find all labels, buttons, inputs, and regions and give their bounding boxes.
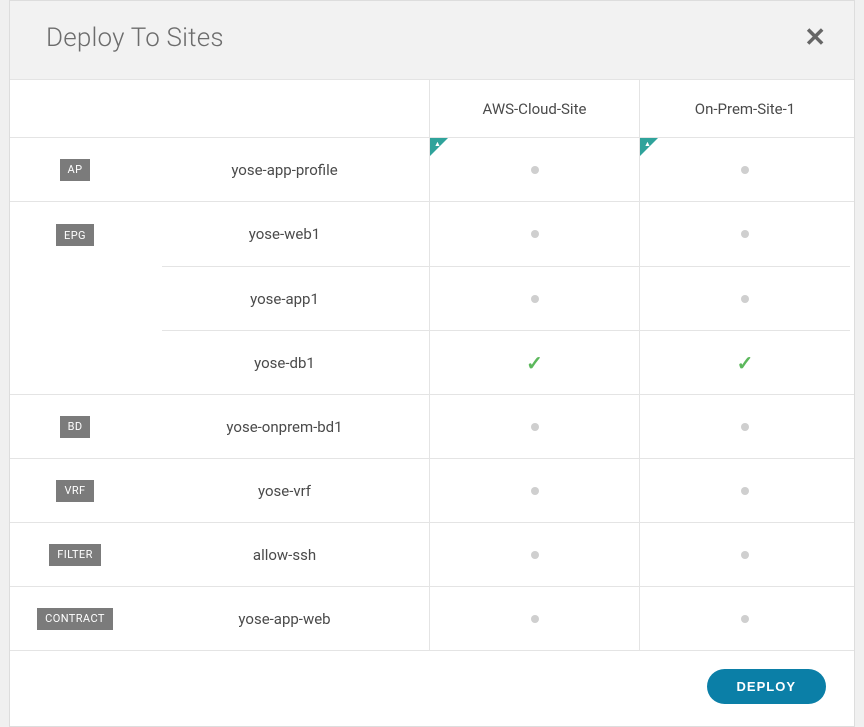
type-tag-cell: EPG bbox=[10, 202, 140, 394]
header-empty-tag bbox=[10, 80, 140, 137]
status-dot-icon bbox=[531, 166, 539, 174]
status-dot-icon bbox=[741, 166, 749, 174]
type-tag-cell: FILTER bbox=[10, 523, 140, 586]
check-icon: ✓ bbox=[737, 351, 754, 375]
object-name: yose-vrf bbox=[140, 459, 430, 522]
object-name: yose-app1 bbox=[140, 266, 430, 330]
epg-rows: yose-web1 yose-app1 yose-db1 ✓ ✓ bbox=[140, 202, 854, 394]
site-cell[interactable] bbox=[640, 202, 850, 266]
type-badge-contract: CONTRACT bbox=[37, 608, 113, 630]
site-cell[interactable] bbox=[640, 459, 850, 522]
type-tag-cell: AP bbox=[10, 138, 140, 201]
site-cell[interactable] bbox=[430, 266, 640, 330]
svg-text:▲: ▲ bbox=[644, 140, 651, 148]
object-name: yose-db1 bbox=[140, 330, 430, 394]
deploy-table: AWS-Cloud-Site On-Prem-Site-1 AP yose-ap… bbox=[10, 80, 854, 651]
site-cell[interactable] bbox=[430, 523, 640, 586]
status-dot-icon bbox=[531, 615, 539, 623]
site-cell[interactable] bbox=[640, 523, 850, 586]
status-dot-icon bbox=[531, 551, 539, 559]
status-dot-icon bbox=[531, 423, 539, 431]
svg-text:▲: ▲ bbox=[434, 140, 441, 148]
table-header-row: AWS-Cloud-Site On-Prem-Site-1 bbox=[10, 80, 854, 138]
table-row: VRF yose-vrf bbox=[10, 459, 854, 523]
status-dot-icon bbox=[741, 295, 749, 303]
dialog-title: Deploy To Sites bbox=[46, 23, 224, 53]
type-badge-bd: BD bbox=[60, 416, 91, 438]
site-cell[interactable]: ✓ bbox=[640, 330, 850, 394]
type-badge-filter: FILTER bbox=[49, 544, 101, 566]
object-name: yose-onprem-bd1 bbox=[140, 395, 430, 458]
check-icon: ✓ bbox=[526, 351, 543, 375]
object-name: yose-web1 bbox=[140, 202, 430, 266]
type-tag-cell: BD bbox=[10, 395, 140, 458]
column-header-site: On-Prem-Site-1 bbox=[640, 80, 850, 137]
site-cell[interactable] bbox=[640, 587, 850, 650]
column-header-site: AWS-Cloud-Site bbox=[430, 80, 640, 137]
type-badge-ap: AP bbox=[60, 159, 91, 181]
table-row: yose-db1 ✓ ✓ bbox=[140, 330, 854, 394]
site-cell[interactable] bbox=[430, 202, 640, 266]
dialog-footer: DEPLOY bbox=[10, 651, 854, 726]
object-name: yose-app-profile bbox=[140, 138, 430, 201]
table-row: AP yose-app-profile ▲ ▲ bbox=[10, 138, 854, 202]
table-row: CONTRACT yose-app-web bbox=[10, 587, 854, 651]
table-row: FILTER allow-ssh bbox=[10, 523, 854, 587]
table-row: BD yose-onprem-bd1 bbox=[10, 395, 854, 459]
dialog-header: Deploy To Sites ✕ bbox=[10, 1, 854, 80]
site-cell[interactable] bbox=[430, 587, 640, 650]
status-dot-icon bbox=[741, 551, 749, 559]
site-header-label: On-Prem-Site-1 bbox=[695, 100, 795, 118]
site-cell[interactable]: ✓ bbox=[430, 330, 640, 394]
status-dot-icon bbox=[531, 487, 539, 495]
type-badge-epg: EPG bbox=[56, 224, 94, 246]
site-header-label: AWS-Cloud-Site bbox=[483, 100, 587, 118]
site-cell[interactable] bbox=[430, 459, 640, 522]
type-tag-cell: CONTRACT bbox=[10, 587, 140, 650]
modified-corner-icon: ▲ bbox=[640, 138, 658, 156]
status-dot-icon bbox=[741, 615, 749, 623]
site-cell[interactable]: ▲ bbox=[430, 138, 640, 201]
site-cell[interactable] bbox=[640, 266, 850, 330]
table-row-group-epg: EPG yose-web1 yose-app1 yose-db1 ✓ ✓ bbox=[10, 202, 854, 395]
object-name: allow-ssh bbox=[140, 523, 430, 586]
site-cell[interactable] bbox=[640, 395, 850, 458]
table-row: yose-app1 bbox=[140, 266, 854, 330]
header-empty-name bbox=[140, 80, 430, 137]
status-dot-icon bbox=[531, 230, 539, 238]
modified-corner-icon: ▲ bbox=[430, 138, 448, 156]
deploy-button[interactable]: DEPLOY bbox=[707, 669, 826, 704]
type-badge-vrf: VRF bbox=[56, 480, 93, 502]
table-row: yose-web1 bbox=[140, 202, 854, 266]
status-dot-icon bbox=[531, 295, 539, 303]
status-dot-icon bbox=[741, 423, 749, 431]
deploy-dialog: Deploy To Sites ✕ AWS-Cloud-Site On-Prem… bbox=[9, 0, 855, 727]
type-tag-cell: VRF bbox=[10, 459, 140, 522]
object-name: yose-app-web bbox=[140, 587, 430, 650]
site-cell[interactable]: ▲ bbox=[640, 138, 850, 201]
status-dot-icon bbox=[741, 487, 749, 495]
close-icon[interactable]: ✕ bbox=[804, 25, 826, 51]
site-cell[interactable] bbox=[430, 395, 640, 458]
status-dot-icon bbox=[741, 230, 749, 238]
